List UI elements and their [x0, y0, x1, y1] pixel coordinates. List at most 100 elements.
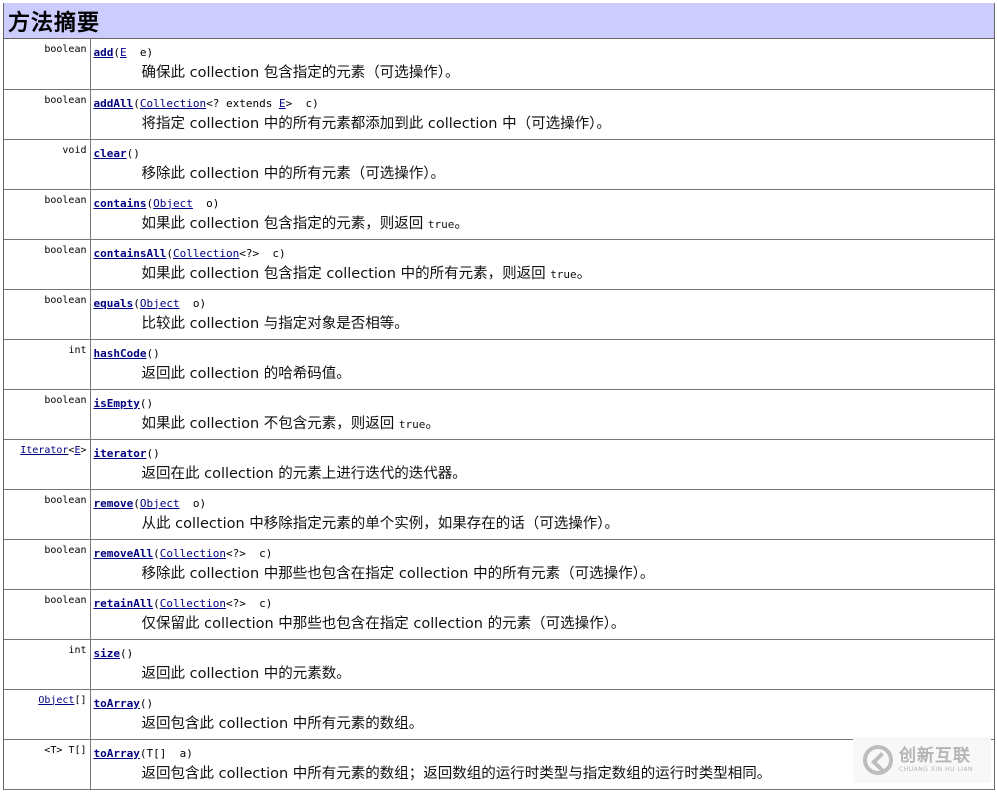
method-detail-cell: hashCode() 返回此 collection 的哈希码值。: [90, 339, 995, 390]
method-detail-cell: contains(Object o) 如果此 collection 包含指定的元素…: [90, 189, 995, 240]
param-type-link[interactable]: E: [279, 97, 286, 110]
description-text: 。: [425, 415, 440, 432]
method-detail-cell: retainAll(Collection<?> c) 仅保留此 collectio…: [90, 589, 994, 640]
description-text: 返回此 collection 的哈希码值。: [141, 365, 351, 382]
method-name-link[interactable]: iterator: [94, 447, 147, 460]
return-type-text: []: [74, 694, 87, 706]
return-type-cell: boolean: [4, 39, 91, 90]
description-text: 返回包含此 collection 中所有元素的数组。: [141, 715, 424, 732]
param-text: o): [179, 296, 207, 310]
watermark: 创新互联 CHUANG XIN HU LIAN: [853, 737, 991, 783]
method-signature: toArray(): [94, 697, 995, 711]
param-text: (): [139, 396, 154, 410]
description-text: 从此 collection 中移除指定元素的单个实例，如果存在的话（可选操作）。: [141, 515, 620, 532]
method-row: boolean equals(Object o) 比较此 collection 与指…: [4, 289, 995, 340]
param-type-link[interactable]: Collection: [173, 247, 239, 260]
return-type-cell: boolean: [4, 239, 91, 290]
method-name-link[interactable]: toArray: [94, 697, 140, 710]
return-type-cell: void: [4, 139, 91, 190]
param-type-link[interactable]: Object: [153, 197, 193, 210]
return-type: boolean: [44, 594, 87, 606]
method-detail-cell: size() 返回此 collection 中的元素数。: [90, 639, 995, 690]
method-detail-cell: removeAll(Collection<?> c) 移除此 collection…: [90, 539, 994, 590]
code-literal: true: [427, 217, 455, 231]
param-text: <?> c): [225, 546, 273, 560]
method-description: 从此 collection 中移除指定元素的单个实例，如果存在的话（可选操作）。: [94, 514, 995, 534]
method-name-link[interactable]: addAll: [94, 97, 134, 110]
return-type-cell: boolean: [4, 539, 91, 590]
method-row: boolean addAll(Collection<? extends E> c)…: [4, 89, 995, 140]
method-signature: size(): [94, 647, 995, 661]
method-name-link[interactable]: remove: [94, 497, 134, 510]
method-description: 返回此 collection 的哈希码值。: [94, 364, 995, 384]
method-name-link[interactable]: contains: [94, 197, 147, 210]
param-type-link[interactable]: Object: [140, 297, 180, 310]
description-text: 如果此 collection 包含指定 collection 中的所有元素，则返…: [141, 265, 551, 282]
method-name-link[interactable]: toArray: [94, 747, 140, 760]
param-text: (: [166, 246, 173, 260]
method-detail-cell: add(E e) 确保此 collection 包含指定的元素（可选操作）。: [90, 39, 995, 90]
method-detail-cell: isEmpty() 如果此 collection 不包含元素，则返回 true。: [90, 389, 994, 440]
method-name-link[interactable]: hashCode: [94, 347, 147, 360]
param-type-link[interactable]: Collection: [160, 597, 226, 610]
method-description: 比较此 collection 与指定对象是否相等。: [94, 314, 995, 334]
watermark-en: CHUANG XIN HU LIAN: [899, 766, 974, 773]
method-row: int hashCode() 返回此 collection 的哈希码值。: [4, 339, 995, 390]
method-name-link[interactable]: retainAll: [94, 597, 154, 610]
method-description: 返回包含此 collection 中所有元素的数组。: [94, 714, 995, 734]
method-signature: add(E e): [94, 46, 995, 60]
method-name-link[interactable]: containsAll: [94, 247, 167, 260]
description-text: 移除此 collection 中的所有元素（可选操作）。: [141, 165, 446, 182]
return-type: boolean: [44, 244, 87, 256]
method-name-link[interactable]: removeAll: [94, 547, 154, 560]
section-title: 方法摘要: [8, 10, 101, 36]
return-type: boolean: [44, 44, 87, 55]
method-row: <T> T[] toArray(T[] a) 返回包含此 collection 中所…: [4, 739, 994, 790]
return-type: void: [62, 144, 87, 156]
return-type-link[interactable]: Iterator: [20, 445, 68, 456]
return-type: int: [68, 644, 87, 656]
description-text: 仅保留此 collection 中那些也包含在指定 collection 的元素…: [141, 615, 626, 632]
description-text: 。: [454, 215, 469, 232]
method-name-link[interactable]: equals: [94, 297, 134, 310]
method-name-link[interactable]: isEmpty: [94, 397, 140, 410]
param-type-link[interactable]: Object: [140, 497, 180, 510]
param-text: (: [153, 596, 160, 610]
param-type-link[interactable]: Collection: [160, 547, 226, 560]
param-text: (: [133, 96, 140, 110]
method-row: boolean add(E e) 确保此 collection 包含指定的元素（可选…: [4, 39, 995, 90]
method-row: boolean remove(Object o) 从此 collection 中移除…: [4, 489, 995, 540]
description-text: 返回包含此 collection 中所有元素的数组；返回数组的运行时类型与指定数…: [141, 765, 772, 782]
return-type-cell: boolean: [4, 489, 91, 540]
method-description: 返回此 collection 中的元素数。: [94, 664, 995, 684]
method-description: 如果此 collection 包含指定的元素，则返回 true。: [94, 214, 995, 235]
section-header: 方法摘要: [4, 3, 994, 39]
method-row: Iterator<E> iterator() 返回在此 collection 的元素…: [4, 439, 995, 490]
method-summary-table: boolean add(E e) 确保此 collection 包含指定的元素（可选…: [4, 39, 994, 790]
watermark-cn: 创新互联: [899, 746, 971, 766]
param-type-link[interactable]: E: [120, 46, 127, 59]
method-name-link[interactable]: add: [94, 46, 114, 59]
description-text: 返回此 collection 中的元素数。: [141, 665, 351, 682]
return-type-cell: int: [4, 339, 91, 390]
method-description: 移除此 collection 中的所有元素（可选操作）。: [94, 164, 995, 184]
description-text: 移除此 collection 中那些也包含在指定 collection 中的所有…: [141, 565, 655, 582]
method-name-link[interactable]: clear: [94, 147, 127, 160]
method-summary-frame: 方法摘要 boolean add(E e) 确保此 collection 包含指定的…: [3, 3, 995, 790]
method-signature: hashCode(): [94, 347, 995, 361]
param-type-link[interactable]: Collection: [140, 97, 206, 110]
return-type: int: [68, 344, 87, 356]
return-type-cell: boolean: [4, 89, 91, 140]
return-type: boolean: [44, 494, 87, 506]
method-name-link[interactable]: size: [94, 647, 121, 660]
description-text: 确保此 collection 包含指定的元素（可选操作）。: [141, 65, 460, 81]
param-text: e): [126, 46, 154, 59]
method-signature: iterator(): [94, 447, 995, 461]
return-type-cell: Iterator<E>: [4, 439, 91, 490]
param-text: (T[] a): [139, 746, 193, 760]
description-text: 返回在此 collection 的元素上进行迭代的迭代器。: [141, 465, 467, 482]
method-description: 将指定 collection 中的所有元素都添加到此 collection 中（…: [94, 114, 995, 134]
method-signature: equals(Object o): [94, 297, 995, 311]
method-detail-cell: clear() 移除此 collection 中的所有元素（可选操作）。: [90, 139, 995, 190]
return-type-link[interactable]: Object: [38, 695, 74, 706]
